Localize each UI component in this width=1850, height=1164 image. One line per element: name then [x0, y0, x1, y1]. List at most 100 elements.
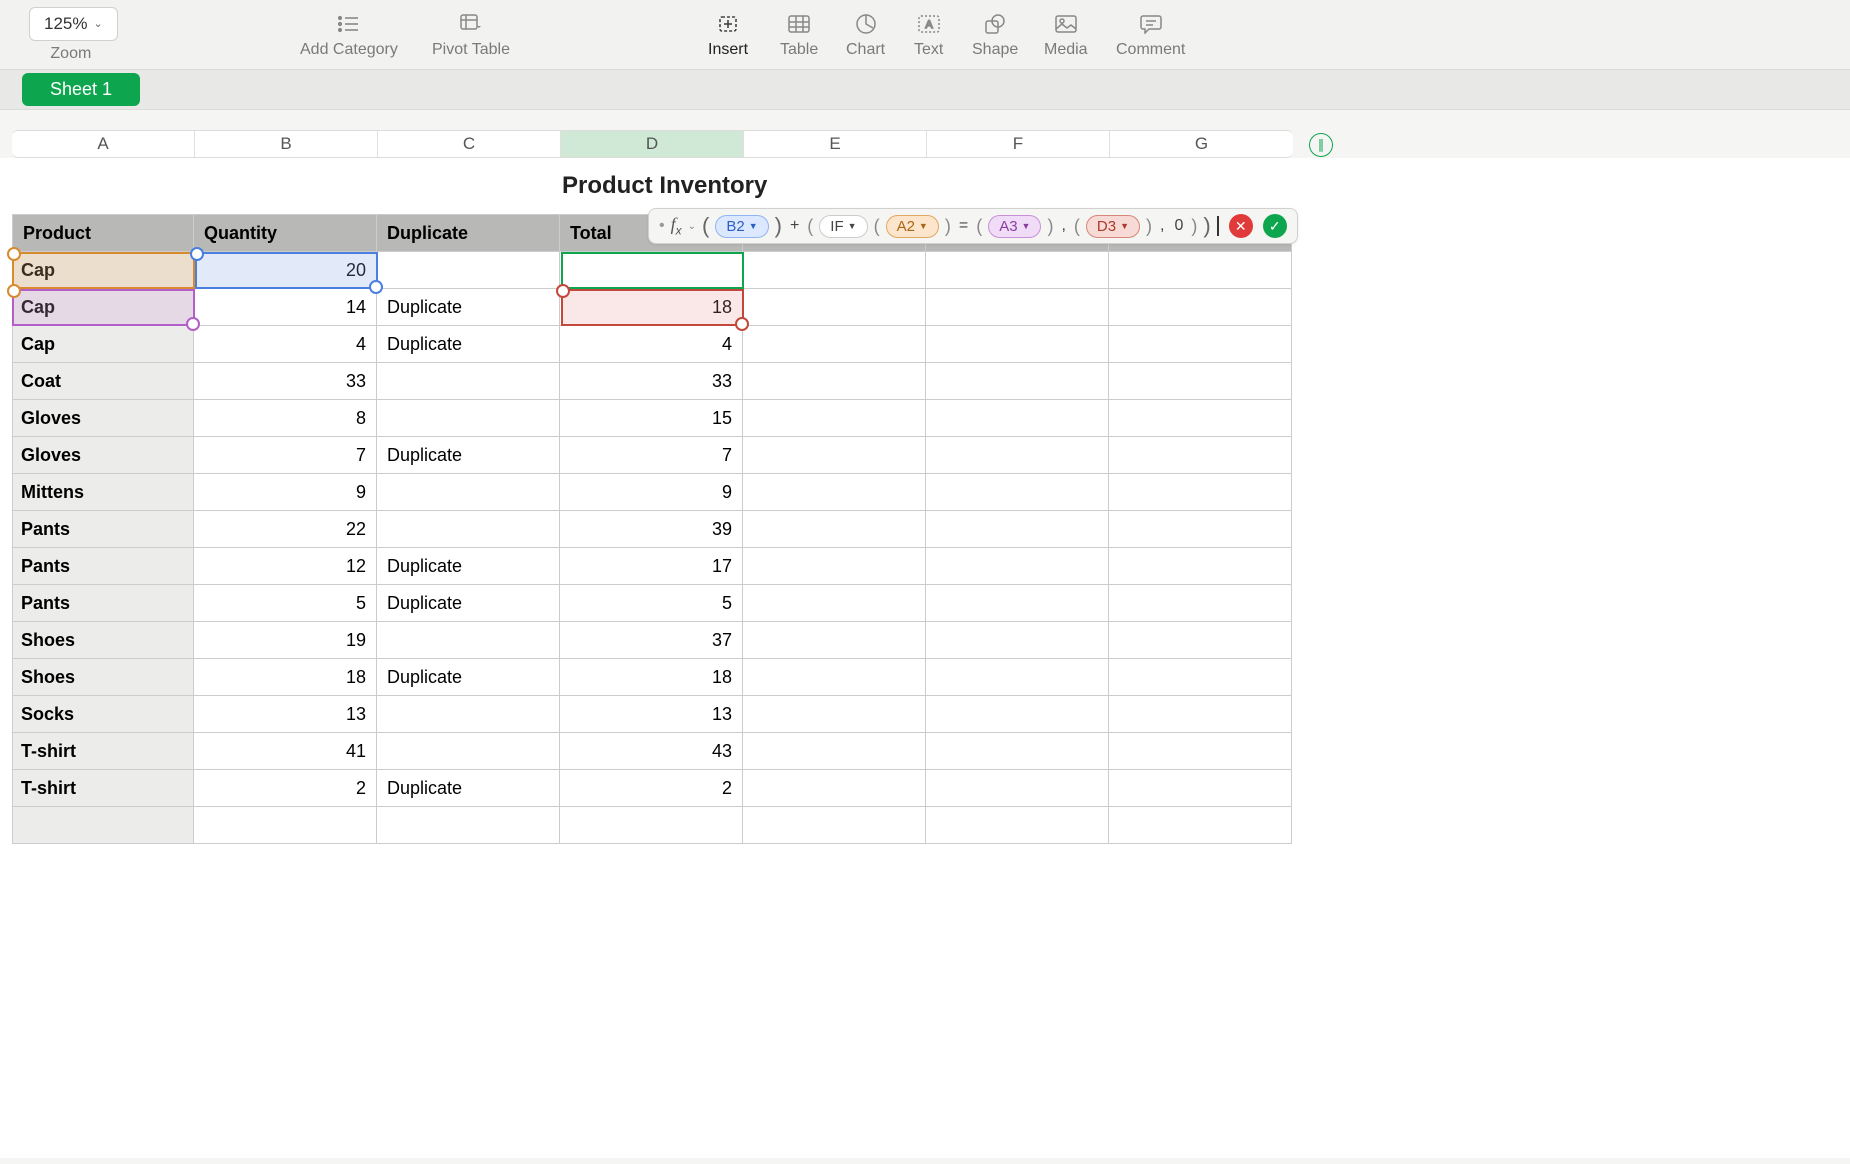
cell-total[interactable]: 4	[560, 326, 743, 363]
col-header-f[interactable]: F	[927, 131, 1110, 157]
cell-quantity[interactable]: 8	[194, 400, 377, 437]
cell-total[interactable]: 7	[560, 437, 743, 474]
cell-empty[interactable]	[926, 252, 1109, 289]
cell-duplicate[interactable]: Duplicate	[377, 659, 560, 696]
cell-product[interactable]: Cap	[13, 289, 194, 326]
cell-empty[interactable]	[1109, 585, 1292, 622]
comment-icon[interactable]	[1138, 11, 1164, 37]
cell-empty[interactable]	[926, 326, 1109, 363]
cell-empty[interactable]	[743, 733, 926, 770]
cell-empty[interactable]	[743, 363, 926, 400]
cell-quantity[interactable]: 7	[194, 437, 377, 474]
cell-product[interactable]: T-shirt	[13, 733, 194, 770]
cell-empty[interactable]	[743, 770, 926, 807]
cell-duplicate[interactable]: Duplicate	[377, 770, 560, 807]
cell-total[interactable]: 13	[560, 696, 743, 733]
cell-product[interactable]: Gloves	[13, 437, 194, 474]
cell-product[interactable]: T-shirt	[13, 770, 194, 807]
cell-empty[interactable]	[1109, 770, 1292, 807]
cell-total[interactable]: 2	[560, 770, 743, 807]
cell-empty[interactable]	[743, 326, 926, 363]
cell-empty[interactable]	[926, 474, 1109, 511]
cell-empty[interactable]	[743, 289, 926, 326]
chevron-down-icon[interactable]: ⌄	[688, 221, 696, 232]
cell-product[interactable]: Cap	[13, 252, 194, 289]
cell-empty[interactable]	[743, 400, 926, 437]
cell-empty[interactable]	[926, 807, 1109, 844]
cell-quantity[interactable]: 19	[194, 622, 377, 659]
cell-empty[interactable]	[1109, 511, 1292, 548]
col-header-b[interactable]: B	[195, 131, 378, 157]
fx-icon[interactable]: fx	[671, 214, 682, 238]
cell-empty[interactable]	[926, 400, 1109, 437]
cell-total[interactable]: 5	[560, 585, 743, 622]
cell-empty[interactable]	[926, 289, 1109, 326]
cell-empty[interactable]	[1109, 807, 1292, 844]
cell-duplicate[interactable]	[377, 363, 560, 400]
zoom-button[interactable]: 125% ⌄	[29, 7, 118, 41]
cell-quantity[interactable]: 18	[194, 659, 377, 696]
cell-empty[interactable]	[926, 770, 1109, 807]
cell-product[interactable]: Shoes	[13, 622, 194, 659]
cell-empty[interactable]	[926, 622, 1109, 659]
cell-total[interactable]: 43	[560, 733, 743, 770]
insert-icon[interactable]	[715, 11, 741, 37]
cell-product[interactable]: Gloves	[13, 400, 194, 437]
cell-quantity[interactable]: 13	[194, 696, 377, 733]
cell-empty[interactable]	[1109, 252, 1292, 289]
cell-quantity[interactable]: 22	[194, 511, 377, 548]
cell-total[interactable]: 15	[560, 400, 743, 437]
cell-empty[interactable]	[1109, 659, 1292, 696]
sheet-tab[interactable]: Sheet 1	[22, 73, 140, 106]
col-header-d[interactable]: D	[561, 131, 744, 157]
cell-product[interactable]: Socks	[13, 696, 194, 733]
cell-duplicate[interactable]: Duplicate	[377, 585, 560, 622]
cell-duplicate[interactable]: Duplicate	[377, 289, 560, 326]
add-column-handle[interactable]: ∥	[1309, 133, 1333, 157]
cell-empty[interactable]	[1109, 363, 1292, 400]
cell-empty[interactable]	[743, 807, 926, 844]
cell-total[interactable]: 17	[560, 548, 743, 585]
cell-empty[interactable]	[926, 585, 1109, 622]
list-icon[interactable]	[336, 11, 362, 37]
cell-empty[interactable]	[926, 733, 1109, 770]
cell-quantity[interactable]: 20	[194, 252, 377, 289]
pivot-table-icon[interactable]	[458, 11, 484, 37]
cell-quantity[interactable]: 14	[194, 289, 377, 326]
cell-empty[interactable]	[1109, 289, 1292, 326]
shape-icon[interactable]	[982, 11, 1008, 37]
cell-duplicate[interactable]: Duplicate	[377, 326, 560, 363]
cell-empty[interactable]	[560, 807, 743, 844]
ref-a2-token[interactable]: A2▼	[886, 215, 939, 238]
cell-empty[interactable]	[1109, 733, 1292, 770]
header-duplicate[interactable]: Duplicate	[377, 215, 560, 252]
cell-duplicate[interactable]	[377, 696, 560, 733]
cell-empty[interactable]	[743, 696, 926, 733]
cell-duplicate[interactable]: Duplicate	[377, 437, 560, 474]
text-icon[interactable]: A	[916, 11, 942, 37]
cell-empty[interactable]	[743, 659, 926, 696]
cell-empty[interactable]	[926, 511, 1109, 548]
formula-bar[interactable]: • fx ⌄ ( B2▼ ) + ( IF▼ ( A2▼ ) = ( A3▼ )…	[648, 208, 1298, 244]
cell-duplicate[interactable]	[377, 400, 560, 437]
cell-quantity[interactable]: 33	[194, 363, 377, 400]
cell-empty[interactable]	[194, 807, 377, 844]
cell-quantity[interactable]: 5	[194, 585, 377, 622]
cell-empty[interactable]	[926, 437, 1109, 474]
cell-empty[interactable]	[743, 511, 926, 548]
cell-empty[interactable]	[743, 622, 926, 659]
cell-empty[interactable]	[926, 548, 1109, 585]
cell-total[interactable]: 18	[560, 289, 743, 326]
media-icon[interactable]	[1053, 11, 1079, 37]
accept-button[interactable]: ✓	[1263, 214, 1287, 238]
cell-empty[interactable]	[377, 807, 560, 844]
col-header-e[interactable]: E	[744, 131, 927, 157]
cell-empty[interactable]	[1109, 437, 1292, 474]
cell-empty[interactable]	[926, 659, 1109, 696]
cell-duplicate[interactable]	[377, 252, 560, 289]
ref-a3-token[interactable]: A3▼	[988, 215, 1041, 238]
cell-product[interactable]: Pants	[13, 585, 194, 622]
cancel-button[interactable]: ✕	[1229, 214, 1253, 238]
cell-product[interactable]: Mittens	[13, 474, 194, 511]
cell-duplicate[interactable]	[377, 622, 560, 659]
